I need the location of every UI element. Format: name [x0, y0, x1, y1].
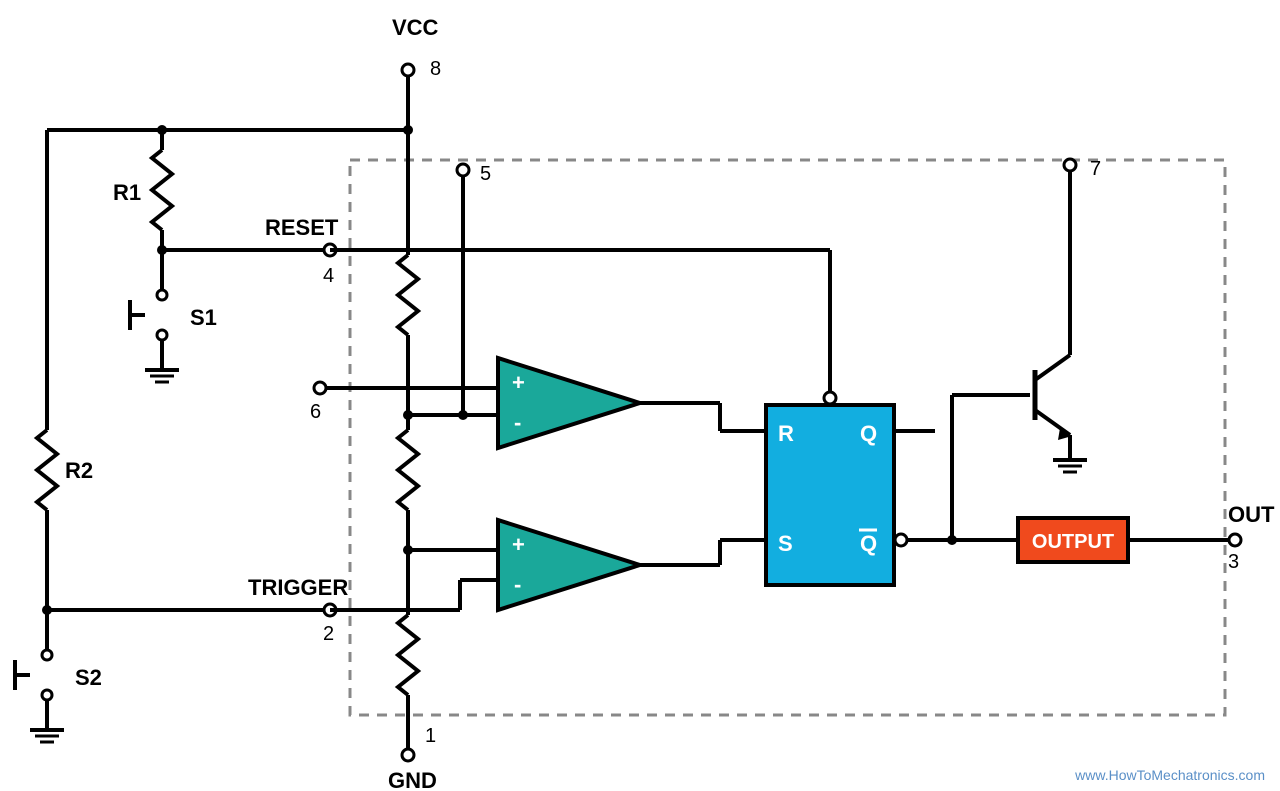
pin8-label: 8 [430, 58, 441, 80]
r2-label: R2 [65, 458, 93, 483]
resistor-r2 [37, 430, 57, 510]
pin6-label: 6 [310, 401, 321, 423]
ff-r: R [778, 421, 794, 446]
svg-text:+: + [512, 370, 525, 395]
vcc-label: VCC [392, 15, 439, 40]
gnd-label: GND [388, 768, 437, 791]
svg-text:+: + [512, 532, 525, 557]
pin3-label: 3 [1228, 551, 1239, 573]
r1-label: R1 [113, 180, 141, 205]
resistor-r1 [152, 150, 172, 230]
watermark-url: www.HowToMechatronics.com [1074, 767, 1265, 783]
pin2-label: 2 [323, 623, 334, 645]
pin5-label: 5 [480, 163, 491, 185]
circuit-diagram: VCC 8 R1 4 RESET S1 R2 2 TRIGGER S2 [0, 0, 1280, 791]
out-label: OUT [1228, 502, 1275, 527]
reset-label: RESET [265, 215, 339, 240]
svg-text:-: - [514, 410, 521, 435]
ff-s: S [778, 531, 793, 556]
output-stage-label: OUTPUT [1032, 531, 1114, 553]
svg-text:-: - [514, 572, 521, 597]
pin1-label: 1 [425, 725, 436, 747]
s2-label: S2 [75, 665, 102, 690]
pin7-label: 7 [1090, 158, 1101, 180]
ff-q: Q [860, 421, 877, 446]
ff-qbar: Q [860, 531, 877, 556]
trigger-label: TRIGGER [248, 575, 348, 600]
s1-label: S1 [190, 305, 217, 330]
pin4-label: 4 [323, 265, 334, 287]
